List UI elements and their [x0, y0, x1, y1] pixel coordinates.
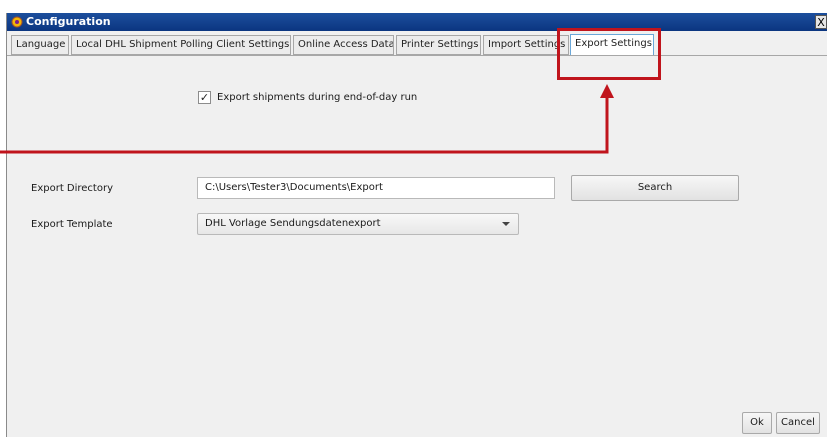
annotation-arrow-line [0, 96, 609, 154]
annotation-arrow [0, 84, 614, 154]
annotation-arrow-head [600, 84, 614, 98]
